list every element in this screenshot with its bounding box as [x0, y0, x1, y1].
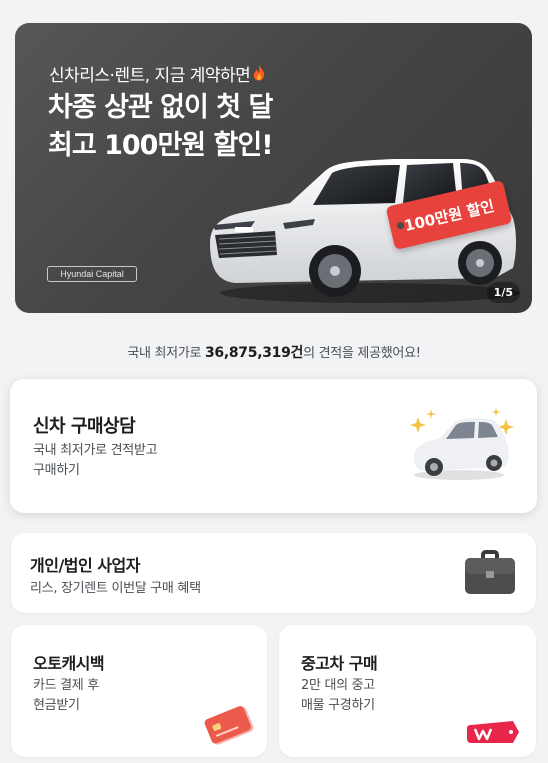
credit-card-icon	[201, 699, 259, 755]
card-desc-line: 2만 대의 중고	[301, 678, 375, 693]
sparkle-car-icon	[404, 405, 524, 489]
card-title: 중고차 구매	[301, 654, 378, 673]
card-title: 개인/법인 사업자	[30, 556, 140, 575]
card-desc: 리스, 장기렌트 이번달 구매 혜택	[30, 581, 201, 596]
hyundai-capital-logo: Hyundai Capital	[47, 266, 137, 282]
card-desc-line: 카드 결제 후	[33, 678, 99, 693]
red-tag-icon	[465, 717, 521, 751]
card-desc-line: 매물 구경하기	[301, 698, 375, 713]
banner-pager: 1/5	[486, 282, 520, 303]
card-title: 오토캐시백	[33, 654, 105, 673]
card-desc: 2만 대의 중고 매물 구경하기	[301, 676, 375, 716]
promo-banner[interactable]: 신차리스·렌트, 지금 계약하면 차종 상관 없이 첫 달 최고 100만원 할…	[15, 23, 532, 313]
stats-count: 36,875,319건	[204, 345, 304, 361]
quote-stats: 국내 최저가로 36,875,319건의 견적을 제공했어요!	[0, 342, 548, 362]
card-desc-line: 국내 최저가로 견적받고	[33, 443, 158, 458]
stats-prefix: 국내 최저가로	[127, 346, 205, 361]
briefcase-icon	[462, 547, 518, 603]
card-desc-line: 현금받기	[33, 698, 80, 713]
stats-suffix: 의 견적을 제공했어요!	[303, 346, 421, 361]
banner-subtitle: 신차리스·렌트, 지금 계약하면	[49, 61, 266, 86]
card-desc: 국내 최저가로 견적받고 구매하기	[33, 441, 158, 481]
card-desc: 카드 결제 후 현금받기	[33, 676, 99, 716]
headline-line-1: 차종 상관 없이 첫 달	[48, 92, 273, 123]
auto-cashback-card[interactable]: 오토캐시백 카드 결제 후 현금받기	[11, 625, 267, 757]
used-car-card[interactable]: 중고차 구매 2만 대의 중고 매물 구경하기	[279, 625, 536, 757]
new-car-consult-card[interactable]: 신차 구매상담 국내 최저가로 견적받고 구매하기	[10, 379, 537, 513]
card-title: 신차 구매상담	[33, 416, 136, 437]
card-desc-line: 구매하기	[33, 463, 80, 478]
fire-icon	[252, 64, 266, 86]
business-card[interactable]: 개인/법인 사업자 리스, 장기렌트 이번달 구매 혜택	[11, 533, 536, 613]
